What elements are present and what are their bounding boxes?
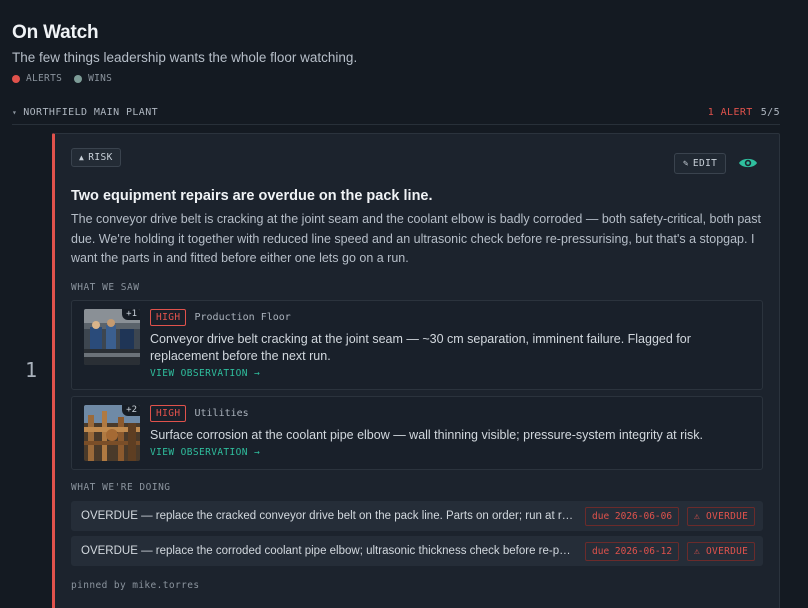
- alerts-dot-icon: [12, 74, 20, 83]
- section-alert-count: 1 ALERT: [707, 106, 753, 118]
- view-observation-link[interactable]: VIEW OBSERVATION →: [150, 368, 260, 379]
- severity-badge: HIGH: [150, 405, 187, 422]
- pencil-icon: ✎: [683, 158, 689, 169]
- legend-wins[interactable]: WINS: [74, 73, 112, 84]
- observation-description: Surface corrosion at the coolant pipe el…: [150, 428, 704, 442]
- overdue-badge: ⚠ OVERDUE: [687, 541, 756, 561]
- observation-description: Conveyor drive belt cracking at the join…: [150, 332, 691, 363]
- thumbnail-count: +2: [122, 405, 140, 416]
- action-due-date: due 2026-06-12: [585, 541, 680, 561]
- watch-card: ▲ RISK ✎ EDIT Two equipment repairs are …: [52, 133, 780, 608]
- chevron-down-icon[interactable]: ▾: [12, 108, 17, 117]
- observation-thumbnail[interactable]: +1: [84, 309, 140, 365]
- legend-alerts[interactable]: ALERTS: [12, 73, 62, 84]
- risk-badge: ▲ RISK: [71, 148, 121, 167]
- legend-alerts-label: ALERTS: [26, 73, 63, 84]
- legend: ALERTS WINS: [12, 73, 124, 84]
- wins-dot-icon: [74, 74, 83, 83]
- card-title: Two equipment repairs are overdue on the…: [71, 188, 433, 204]
- edit-label: EDIT: [692, 158, 718, 169]
- observations-label: WHAT WE SAW: [71, 282, 140, 293]
- page-title: On Watch: [12, 22, 99, 43]
- observation-location: Production Floor: [194, 312, 291, 323]
- section-name: NORTHFIELD MAIN PLANT: [23, 106, 159, 118]
- observation-location: Utilities: [194, 408, 249, 419]
- action-item[interactable]: OVERDUE — replace the cracked conveyor d…: [71, 501, 763, 531]
- section-header[interactable]: ▾ NORTHFIELD MAIN PLANT 1 ALERT 5/5: [12, 100, 780, 125]
- observation-card[interactable]: +1 HIGH Production Floor Conveyor drive …: [71, 300, 763, 390]
- watch-toggle[interactable]: [737, 154, 759, 172]
- thumbnail-count: +1: [122, 309, 140, 320]
- warning-triangle-icon: ▲: [79, 153, 85, 162]
- pinned-by: pinned by mike.torres: [71, 580, 200, 591]
- action-due-date: due 2026-06-06: [585, 506, 680, 526]
- card-body: The conveyor drive belt is cracking at t…: [71, 212, 761, 265]
- page-subtitle: The few things leadership wants the whol…: [12, 50, 358, 65]
- eye-icon: [739, 158, 757, 168]
- action-item[interactable]: OVERDUE — replace the corroded coolant p…: [71, 536, 763, 566]
- action-text: OVERDUE — replace the cracked conveyor d…: [81, 510, 574, 522]
- observation-card[interactable]: +2 HIGH Utilities Surface corrosion at t…: [71, 396, 763, 470]
- view-observation-link[interactable]: VIEW OBSERVATION →: [150, 447, 260, 458]
- edit-button[interactable]: ✎ EDIT: [674, 153, 727, 174]
- severity-badge: HIGH: [150, 309, 187, 326]
- actions-label: WHAT WE'RE DOING: [71, 482, 171, 493]
- risk-label: RISK: [88, 152, 113, 163]
- row-number: 1: [25, 358, 38, 382]
- section-progress: 5/5: [760, 106, 780, 118]
- observation-thumbnail[interactable]: +2: [84, 405, 140, 461]
- overdue-badge: ⚠ OVERDUE: [687, 506, 756, 526]
- legend-wins-label: WINS: [88, 73, 113, 84]
- action-text: OVERDUE — replace the corroded coolant p…: [81, 545, 574, 557]
